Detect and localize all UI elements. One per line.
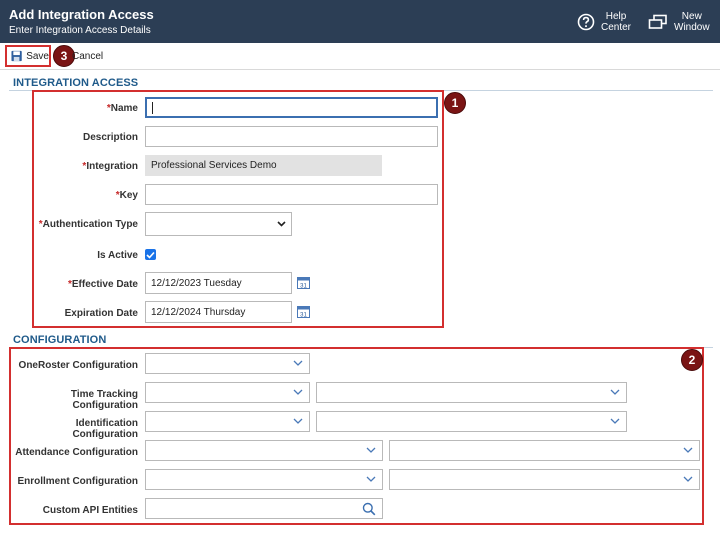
calendar-icon: 31 [297,277,310,290]
chevron-down-icon [683,476,693,482]
attendance-configuration-secondary-select[interactable] [389,440,700,461]
is-active-label: Is Active [97,250,138,261]
identification-configuration-select[interactable] [145,411,310,432]
description-label: Description [82,132,138,143]
name-input[interactable] [145,97,438,118]
oneroster-configuration-select[interactable] [145,353,310,374]
authentication-type-label: *Authentication Type [38,219,138,230]
chevron-down-icon [366,447,376,453]
enrollment-configuration-select[interactable] [145,469,383,490]
expiration-date-calendar-button[interactable]: 31 [297,305,310,321]
chevron-down-icon [683,447,693,453]
page-subtitle: Enter Integration Access Details [9,25,151,36]
integration-label: *Integration [82,161,138,172]
description-input[interactable] [145,126,438,147]
identification-configuration-secondary-select[interactable] [316,411,627,432]
enrollment-configuration-secondary-select[interactable] [389,469,700,490]
save-button[interactable]: Save [5,45,51,67]
identification-configuration-label: Identification Configuration [72,418,138,440]
name-label: *Name [106,103,138,114]
chevron-down-icon [610,389,620,395]
effective-date-label: *Effective Date [67,279,138,290]
key-label: *Key [115,190,138,201]
attendance-configuration-select[interactable] [145,440,383,461]
section-title-configuration: CONFIGURATION [13,334,107,346]
chevron-down-icon [293,389,303,395]
time-tracking-configuration-label: Time Tracking Configuration [70,389,138,411]
text-cursor [152,101,153,114]
effective-date-calendar-button[interactable]: 31 [297,276,310,292]
custom-api-entities-label: Custom API Entities [42,505,138,516]
calendar-icon: 31 [297,306,310,319]
toolbar: Save 3 Cancel [0,43,720,70]
integration-field: Professional Services Demo [145,155,382,176]
callout-badge-1: 1 [444,92,466,114]
search-icon [362,502,376,516]
authentication-type-select[interactable] [145,212,292,236]
new-window-button[interactable]: New Window [648,0,710,43]
chevron-down-icon [293,360,303,366]
save-icon [11,50,22,62]
is-active-checkbox[interactable] [145,249,156,260]
page-title: Add Integration Access [9,7,154,22]
svg-text:31: 31 [300,284,307,290]
attendance-configuration-label: Attendance Configuration [15,447,138,458]
new-window-icon [648,14,667,29]
chevron-down-icon [366,476,376,482]
new-window-label: New Window [674,10,710,33]
section-title-integration-access: INTEGRATION ACCESS [13,77,139,89]
enrollment-configuration-label: Enrollment Configuration [17,476,138,487]
chevron-down-icon [277,221,286,227]
effective-date-input[interactable]: 12/12/2023 Tuesday [145,272,292,294]
save-label: Save [26,50,49,62]
expiration-date-label: Expiration Date [64,308,138,319]
oneroster-configuration-label: OneRoster Configuration [18,360,138,371]
key-input[interactable] [145,184,438,205]
help-icon [577,13,595,30]
checkmark-icon [146,251,155,259]
svg-text:31: 31 [300,313,307,319]
help-center-button[interactable]: Help Center [577,0,631,43]
callout-badge-2: 2 [681,349,703,371]
cancel-button[interactable]: Cancel [72,51,103,62]
time-tracking-configuration-secondary-select[interactable] [316,382,627,403]
help-center-label: Help Center [601,10,632,33]
time-tracking-configuration-select[interactable] [145,382,310,403]
chevron-down-icon [293,418,303,424]
chevron-down-icon [610,418,620,424]
page-header: Add Integration Access Enter Integration… [0,0,720,43]
custom-api-entities-input[interactable] [145,498,383,519]
expiration-date-input[interactable]: 12/12/2024 Thursday [145,301,292,323]
